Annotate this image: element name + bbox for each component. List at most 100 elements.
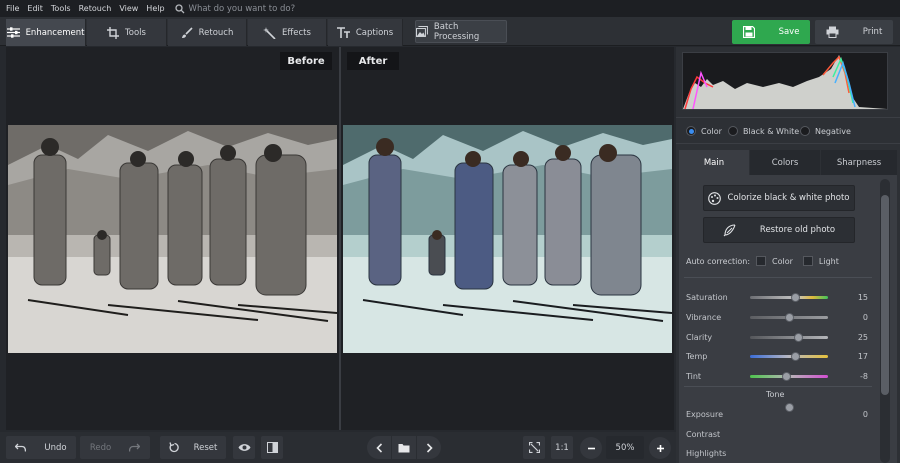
menu-edit[interactable]: Edit (27, 4, 43, 13)
scrollbar-thumb[interactable] (881, 195, 889, 395)
mode-negative[interactable]: Negative (800, 125, 851, 137)
adjustments-panel: Color Black & White Negative Main Colors… (676, 47, 900, 463)
previous-photo-button[interactable] (367, 436, 391, 459)
menu-view[interactable]: View (119, 4, 138, 13)
mode-color[interactable]: Color (686, 125, 722, 137)
exposure-slider[interactable] (750, 402, 828, 416)
restore-old-photo-button[interactable]: Restore old photo (703, 217, 855, 243)
contrast-slider-row: Contrast (686, 427, 876, 441)
menu-file[interactable]: File (6, 4, 19, 13)
after-photo-image (343, 125, 672, 353)
zoom-out-button[interactable] (580, 437, 602, 459)
tab-tools[interactable]: Tools (87, 19, 167, 46)
panel-scrollbar[interactable] (880, 179, 890, 463)
undo-button[interactable]: Undo (6, 436, 76, 459)
save-button[interactable]: Save (732, 20, 810, 44)
tab-effects-label: Effects (282, 27, 311, 38)
contrast-label: Contrast (686, 429, 721, 439)
actual-size-button[interactable]: 1:1 (551, 436, 573, 459)
brush-icon (181, 26, 193, 38)
redo-icon (129, 443, 141, 452)
saturation-value: 15 (857, 292, 868, 302)
exposure-value: 0 (862, 409, 868, 419)
tint-slider[interactable] (750, 371, 828, 381)
clarity-slider[interactable] (750, 332, 828, 342)
tone-section-title: Tone (766, 390, 785, 399)
split-divider[interactable] (339, 47, 341, 430)
after-photo (343, 125, 672, 353)
vibrance-value: 0 (862, 312, 868, 322)
before-photo (8, 125, 337, 353)
radio-black-white[interactable] (728, 126, 738, 136)
tab-tools-label: Tools (125, 27, 146, 38)
tab-enhancement[interactable]: Enhancement (6, 19, 86, 46)
menu-retouch[interactable]: Retouch (79, 4, 112, 13)
mode-black-white[interactable]: Black & White (728, 125, 799, 137)
menu-tools[interactable]: Tools (51, 4, 71, 13)
print-button[interactable]: Print (815, 20, 893, 44)
panel-tab-sharpness[interactable]: Sharpness (821, 150, 897, 175)
search-box[interactable]: What do you want to do? (174, 3, 296, 14)
palette-icon (708, 191, 722, 205)
histogram (682, 52, 888, 110)
before-photo-image (8, 125, 337, 353)
batch-processing-label: Batch Processing (433, 21, 480, 42)
compare-view-button[interactable] (261, 436, 283, 459)
auto-color-checkbox[interactable] (756, 256, 767, 266)
reset-button[interactable]: Reset (160, 436, 226, 459)
print-label: Print (862, 27, 883, 37)
before-label: Before (280, 52, 332, 70)
fit-to-screen-button[interactable] (523, 436, 545, 459)
exposure-knob[interactable] (785, 402, 794, 412)
batch-processing-button[interactable]: Batch Processing (415, 20, 507, 43)
auto-color-label: Color (772, 256, 793, 266)
open-folder-button[interactable] (392, 436, 416, 459)
restore-label: Restore old photo (759, 225, 836, 235)
highlights-slider-row: Highlights (686, 446, 876, 460)
temp-value: 17 (857, 351, 868, 361)
colorize-button[interactable]: Colorize black & white photo (703, 185, 855, 211)
auto-light-checkbox[interactable] (802, 256, 813, 266)
panel-tab-main[interactable]: Main (679, 150, 749, 175)
redo-button[interactable]: Redo (80, 436, 150, 459)
saturation-slider-row: Saturation 15 (686, 290, 876, 304)
next-photo-button[interactable] (417, 436, 441, 459)
tint-label: Tint (686, 371, 702, 381)
temp-label: Temp (686, 351, 708, 361)
auto-correction-label: Auto correction: (686, 256, 751, 266)
saturation-knob[interactable] (791, 292, 801, 302)
histogram-graph (683, 55, 887, 110)
panel-tab-colors[interactable]: Colors (750, 150, 820, 175)
radio-negative[interactable] (800, 126, 810, 136)
preview-toggle-button[interactable] (233, 436, 255, 459)
tab-retouch[interactable]: Retouch (168, 19, 247, 46)
search-placeholder: What do you want to do? (188, 3, 296, 14)
vibrance-knob[interactable] (785, 312, 794, 322)
feather-icon (723, 223, 736, 236)
chevron-right-icon (426, 442, 433, 453)
clarity-knob[interactable] (794, 332, 804, 342)
tab-effects[interactable]: Effects (248, 19, 327, 46)
tab-captions[interactable]: Captions (328, 19, 403, 46)
after-label: After (347, 52, 399, 70)
zoom-level[interactable]: 50% (606, 436, 644, 459)
tint-knob[interactable] (781, 371, 791, 381)
tab-captions-label: Captions (355, 27, 394, 38)
crop-icon (107, 26, 120, 39)
temp-knob[interactable] (791, 351, 801, 361)
saturation-slider[interactable] (750, 292, 828, 302)
exposure-label: Exposure (686, 409, 724, 419)
vibrance-slider[interactable] (750, 312, 828, 322)
printer-icon (826, 26, 839, 38)
bottom-bar: Undo Redo Reset 1:1 50% (0, 432, 676, 463)
auto-light-label: Light (818, 256, 839, 266)
menu-help[interactable]: Help (146, 4, 164, 13)
zoom-in-button[interactable] (649, 437, 671, 459)
undo-label: Undo (44, 442, 67, 453)
clarity-value: 25 (857, 332, 868, 342)
tab-enhancement-label: Enhancement (25, 27, 85, 38)
temp-slider[interactable] (750, 351, 828, 361)
undo-icon (15, 443, 27, 452)
radio-color-checked[interactable] (686, 126, 696, 136)
tint-slider-row: Tint -8 (686, 369, 876, 383)
